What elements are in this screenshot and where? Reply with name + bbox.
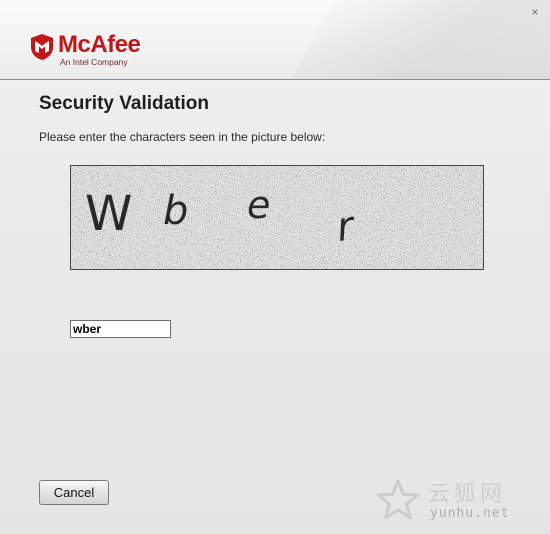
captcha-char-1: W <box>85 186 132 242</box>
instructions-text: Please enter the characters seen in the … <box>39 130 326 144</box>
security-validation-window: × McAfee An Intel Company Security Valid… <box>0 0 550 534</box>
close-icon[interactable]: × <box>529 6 541 18</box>
header-sheen <box>264 0 550 79</box>
star-icon <box>376 479 420 520</box>
captcha-noise-canvas: W b e r <box>71 166 483 269</box>
captcha-char-3: e <box>247 183 270 227</box>
watermark: 云狐网 yunhu.net <box>376 474 544 530</box>
captcha-image: W b e r <box>70 165 484 270</box>
captcha-char-2: b <box>163 188 188 234</box>
brand-tagline: An Intel Company <box>60 57 128 67</box>
mcafee-shield-icon <box>31 34 53 60</box>
cancel-button[interactable]: Cancel <box>39 480 109 505</box>
header-band: × McAfee An Intel Company <box>0 0 550 80</box>
watermark-url-text: yunhu.net <box>430 506 510 521</box>
brand-name: McAfee <box>58 31 141 58</box>
watermark-cn-text: 云狐网 <box>428 482 507 507</box>
captcha-input[interactable] <box>70 320 171 338</box>
mcafee-logo: McAfee An Intel Company <box>30 31 141 67</box>
page-title: Security Validation <box>39 93 209 114</box>
